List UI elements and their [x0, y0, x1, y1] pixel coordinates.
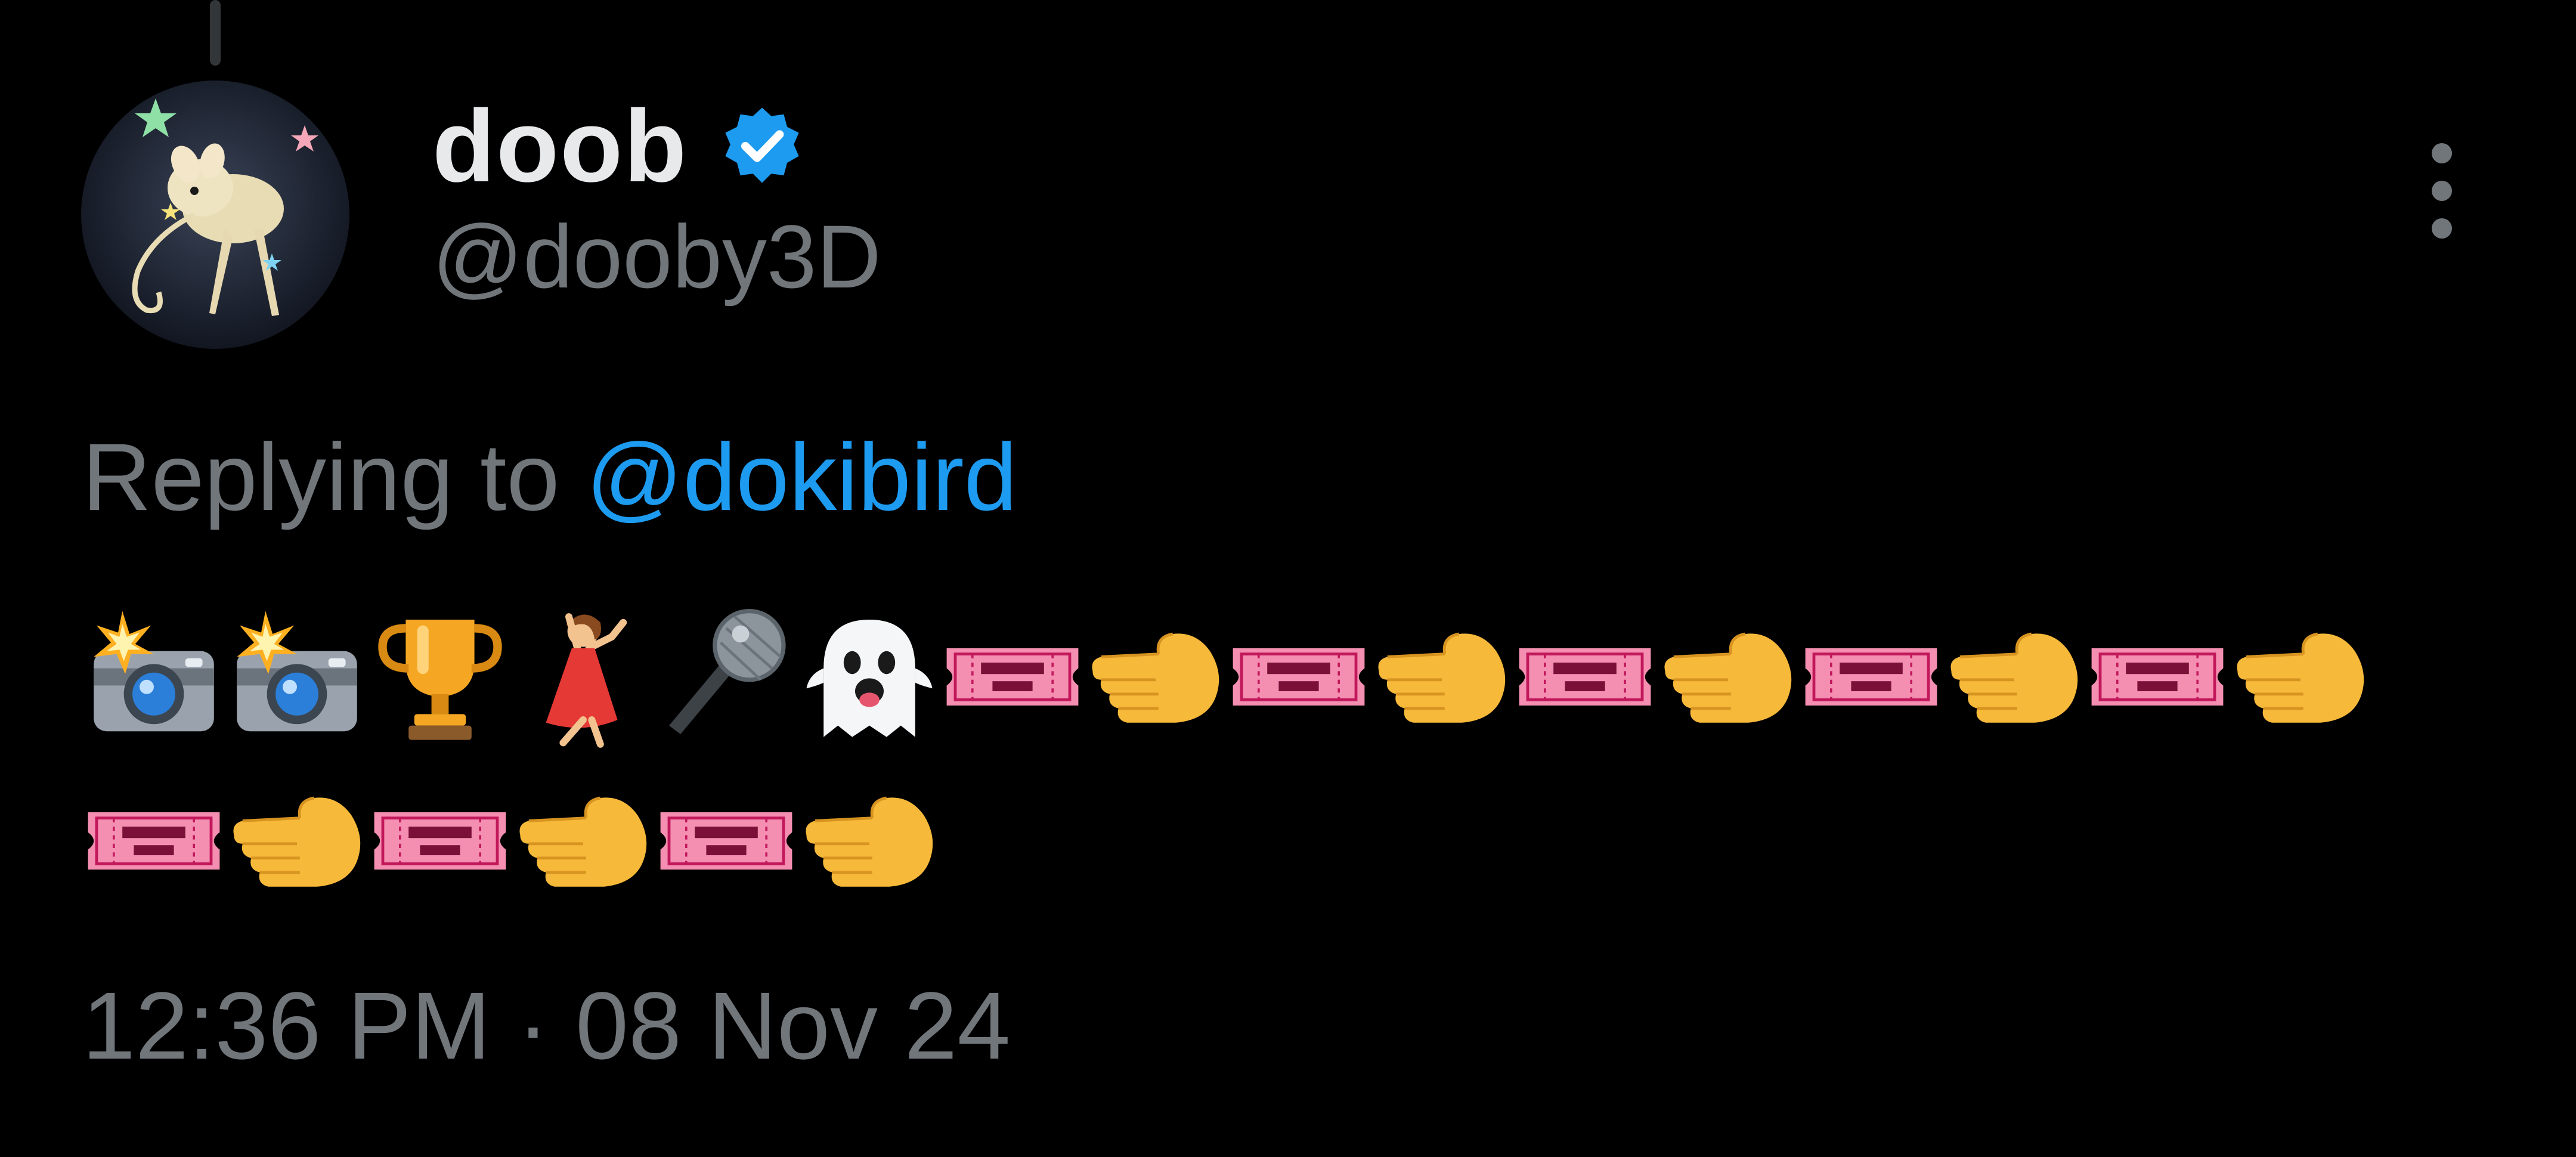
hand-emoji-icon [225, 769, 369, 912]
ticket-emoji-icon [941, 605, 1084, 748]
ticket-emoji-icon [369, 769, 512, 912]
thread-connector-line [210, 0, 221, 66]
more-dot [2432, 143, 2452, 163]
reply-mention-link[interactable]: @dokibird [586, 423, 1017, 530]
ticket-emoji-icon [655, 769, 798, 912]
display-name[interactable]: doob [432, 95, 688, 197]
trophy-emoji-icon [369, 605, 512, 748]
hand-emoji-icon [1370, 605, 1513, 748]
hand-emoji-icon [1084, 605, 1227, 748]
replying-to-label: Replying to [82, 423, 560, 530]
camera-flash-emoji-icon [225, 605, 369, 748]
tweet-body [82, 602, 2408, 930]
ticket-emoji-icon [1800, 605, 1943, 748]
hand-emoji-icon [798, 769, 941, 912]
ticket-emoji-icon [1513, 605, 1657, 748]
camera-flash-emoji-icon [82, 605, 225, 748]
replying-to-line: Replying to @dokibird [82, 429, 1017, 525]
emoji-row [82, 602, 2408, 751]
author-name-row: doob [432, 89, 804, 203]
ticket-emoji-icon [1227, 605, 1370, 748]
hand-emoji-icon [1657, 605, 1800, 748]
microphone-emoji-icon [655, 605, 798, 748]
emoji-row [82, 766, 2408, 915]
avatar[interactable] [81, 81, 349, 349]
tweet-timestamp[interactable]: 12:36 PM · 08 Nov 24 [82, 978, 1010, 1074]
ticket-emoji-icon [82, 769, 225, 912]
more-dot [2432, 181, 2452, 201]
ticket-emoji-icon [2086, 605, 2229, 748]
more-options-icon[interactable] [2418, 143, 2466, 239]
user-handle[interactable]: @dooby3D [432, 212, 881, 301]
ghost-emoji-icon [798, 605, 941, 748]
dancer-emoji-icon [512, 605, 655, 748]
hand-emoji-icon [1943, 605, 2086, 748]
hand-emoji-icon [2229, 605, 2372, 748]
hand-emoji-icon [512, 769, 655, 912]
verified-badge-icon[interactable] [720, 104, 804, 188]
more-dot [2432, 218, 2452, 239]
